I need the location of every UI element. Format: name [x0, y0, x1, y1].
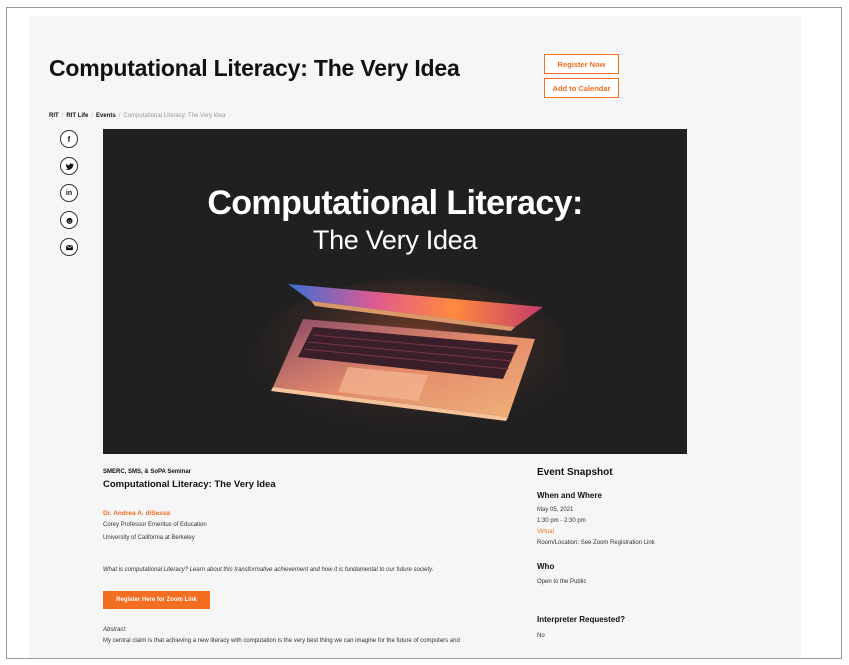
hero-title-line2: The Very Idea — [312, 225, 478, 255]
event-subtitle: Computational Literacy: The Very Idea — [103, 479, 276, 490]
speaker-role: Corey Professor Emeritus of Education — [103, 522, 207, 528]
event-page: Computational Literacy: The Very Idea Re… — [29, 16, 801, 658]
event-time: 1:30 pm - 2:30 pm — [537, 518, 586, 524]
event-snapshot-title: Event Snapshot — [537, 467, 613, 478]
reddit-share-button[interactable] — [60, 211, 78, 229]
browser-frame: Computational Literacy: The Very Idea Re… — [6, 7, 842, 659]
event-date: May 05, 2021 — [537, 507, 574, 513]
breadcrumb: RIT / RIT Life / Events / Computational … — [49, 113, 225, 119]
speaker-name[interactable]: Dr. Andrea A. diSessa — [103, 510, 170, 517]
event-series: SMERC, SMS, & SoPA Seminar — [103, 469, 192, 475]
breadcrumb-separator: / — [91, 113, 94, 119]
breadcrumb-events[interactable]: Events — [96, 113, 116, 119]
breadcrumb-rit[interactable]: RIT — [49, 113, 59, 119]
event-mode-link[interactable]: Virtual — [537, 529, 554, 535]
hero-title-line1: Computational Literacy: — [207, 184, 583, 222]
page-title: Computational Literacy: The Very Idea — [49, 55, 460, 81]
abstract-text: My central claim is that achieving a new… — [103, 638, 460, 644]
breadcrumb-separator: / — [61, 113, 64, 119]
email-share-button[interactable] — [60, 238, 78, 256]
linkedin-share-button[interactable]: in — [60, 184, 78, 202]
interpreter-value: No — [537, 633, 545, 639]
facebook-share-button[interactable]: f — [60, 130, 78, 148]
event-location: Room/Location: See Zoom Registration Lin… — [537, 540, 655, 546]
speaker-organization: University of California at Berkeley — [103, 535, 195, 541]
envelope-icon — [65, 244, 73, 250]
who-heading: Who — [537, 562, 555, 571]
breadcrumb-separator: / — [118, 113, 121, 119]
linkedin-icon: in — [65, 189, 73, 197]
twitter-icon — [64, 162, 74, 170]
interpreter-heading: Interpreter Requested? — [537, 615, 626, 624]
reddit-icon — [66, 217, 72, 224]
breadcrumb-current: Computational Literacy: The Very Idea — [123, 113, 226, 119]
laptop-illustration — [253, 279, 563, 439]
hero-image: Computational Literacy: The Very Idea — [103, 129, 687, 454]
who-value: Open to the Public — [537, 579, 587, 585]
zoom-registration-button[interactable]: Register Here for Zoom Link — [103, 591, 210, 609]
breadcrumb-rit-life[interactable]: RIT Life — [66, 113, 88, 119]
register-now-button[interactable]: Register Now — [544, 54, 619, 74]
abstract-label: Abstract: — [103, 627, 127, 633]
when-where-heading: When and Where — [537, 491, 602, 500]
add-to-calendar-button[interactable]: Add to Calendar — [544, 78, 619, 98]
event-description: What is computational Literacy? Learn ab… — [103, 567, 434, 573]
twitter-share-button[interactable] — [60, 157, 78, 175]
facebook-icon: f — [67, 134, 71, 144]
